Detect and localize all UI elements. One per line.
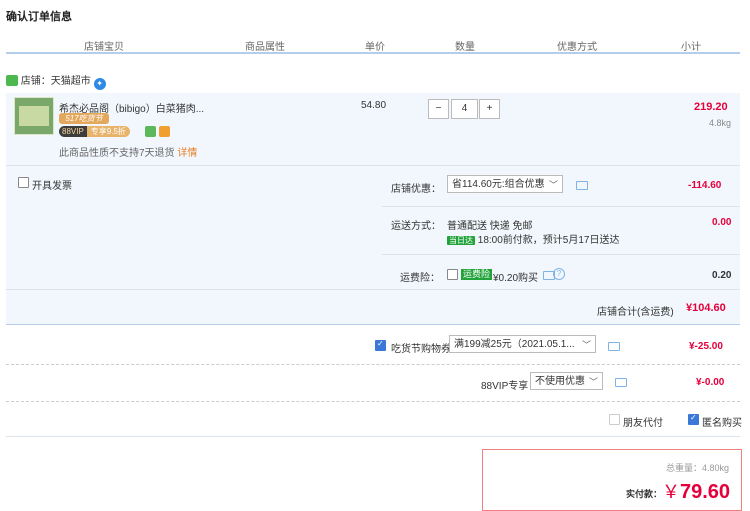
anonymous-label: 匿名购买 [702,418,742,429]
message-icon[interactable] [608,342,620,351]
vip-select[interactable]: 不使用优惠 ﹀ [530,372,603,390]
column-header-quantity: 数量 [455,42,475,53]
pay-amount: ￥79.60 [662,478,730,504]
shop-label: 店铺： [20,76,51,87]
friend-pay-checkbox[interactable] [609,414,620,425]
item-subtotal: 219.20 [694,101,728,113]
column-header-subtotal: 小计 [681,42,701,53]
shipping-method: 普通配送 快递 免邮 [447,221,533,232]
chevron-down-icon: ﹀ [581,340,591,350]
vip-tag-label: 88VIP [59,126,87,137]
shop-discount-selected: 省114.60元:组合优惠 [452,179,545,190]
header-divider [6,52,740,54]
coupon-select[interactable]: 满199减25元（2021.05.1... ﹀ [449,335,596,353]
vip-amount: ¥-0.00 [696,377,725,388]
column-header-discount: 优惠方式 [557,42,597,53]
chevron-down-icon: ﹀ [548,180,558,190]
shop-discount-label: 店铺优惠： [391,184,441,195]
tmall-badge-icon: ✦ [93,78,106,90]
unit-price: 54.80 [361,100,387,111]
shop-discount-amount: -114.60 [688,180,722,191]
coupon-amount: ¥-25.00 [689,341,723,352]
freight-insurance-price: ¥0.20购买 [493,273,539,284]
page-title: 确认订单信息 [6,11,72,23]
divider [6,165,740,166]
coupon-selected: 满199减25元（2021.05.1... [454,339,575,350]
item-weight: 4.8kg [709,118,732,128]
friend-pay-label: 朋友代付 [623,418,663,429]
chevron-down-icon: ﹀ [588,377,598,387]
total-weight-label: 总重量： [666,463,703,473]
freight-insurance-checkbox[interactable] [447,269,458,280]
shop-icon [6,75,18,86]
total-weight: 总重量：4.80kg [666,461,729,474]
invoice-label: 开具发票 [32,181,72,192]
coupon-label: 吃货节购物券 [391,344,451,355]
product-thumbnail[interactable] [14,97,54,135]
shop-name[interactable]: 天猫超市 [51,76,91,87]
message-icon[interactable] [615,378,627,387]
column-header-unit-price: 单价 [365,42,385,53]
anonymous-checkbox[interactable] [688,413,699,425]
help-icon[interactable]: ? [553,268,565,280]
column-header-attributes: 商品属性 [245,42,285,53]
shipping-label: 运送方式： [391,221,441,232]
vip-selected: 不使用优惠 [535,376,585,387]
coupon-checkbox[interactable] [375,339,386,351]
divider [6,289,740,290]
pay-amount-value: 79.60 [680,481,731,503]
shop-total-amount: ¥104.60 [686,302,726,314]
promo-tag: 517吃货节 [59,113,109,124]
divider [382,206,740,207]
no-return-note: 此商品性质不支持7天退货 详情 [59,144,197,159]
shop-discount-select[interactable]: 省114.60元:组合优惠 ﹀ [447,175,563,193]
divider [6,436,740,437]
shipping-desc: 18:00前付款，预计5月17日送达 [477,235,620,246]
quantity-input[interactable]: 4 [451,99,478,119]
shop-total-label: 店铺合计(含运费) [597,307,674,318]
order-options-panel [6,165,740,324]
message-icon[interactable] [576,181,588,190]
no-return-text: 此商品性质不支持7天退货 [59,148,175,159]
service-icon [145,126,156,137]
freight-insurance-tag: 运费险 [461,269,493,280]
shipping-amount: 0.00 [712,217,732,228]
invoice-checkbox[interactable] [18,177,29,188]
no-return-details-link[interactable]: 详情 [177,148,197,159]
same-day-tag: 当日达 [447,236,475,245]
shipping-eta: 当日达 18:00前付款，预计5月17日送达 [447,231,620,246]
vip-label: 88VIP专享 [481,381,529,392]
divider [6,401,740,402]
quantity-decrease-button[interactable]: − [428,99,449,119]
vip-tag-discount: 专享9.5折 [86,126,130,137]
divider [6,364,740,365]
column-header-item: 店铺宝贝 [84,42,124,53]
currency-symbol: ￥ [662,482,680,502]
freight-insurance-amount: 0.20 [712,270,732,281]
divider [382,254,740,255]
freight-insurance-label: 运费险： [400,273,440,284]
total-weight-value: 4.80kg [702,463,730,473]
panel-bottom-divider [6,324,740,325]
shop-row: 店铺：天猫超市 ✦ [6,72,106,90]
quantity-increase-button[interactable]: + [479,99,500,119]
vip-discount-tag: 88VIP 专享9.5折 [59,126,130,137]
card-icon [159,126,170,137]
pay-label: 实付款： [626,489,663,499]
